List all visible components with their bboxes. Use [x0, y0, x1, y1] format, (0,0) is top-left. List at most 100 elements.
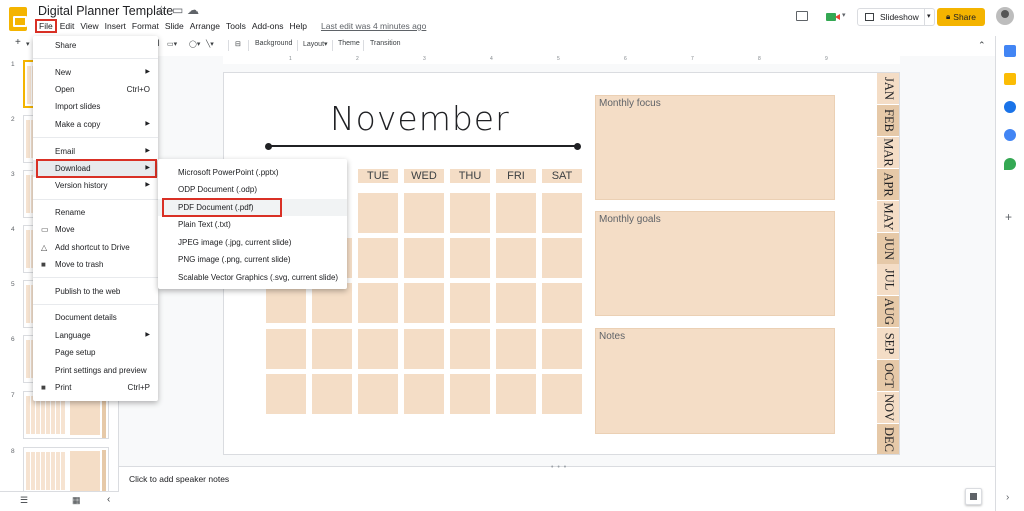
calendar-day-cell[interactable]: [404, 283, 444, 323]
meet-dropdown-icon[interactable]: ▾: [842, 11, 846, 19]
month-tab-jul[interactable]: JUL: [877, 264, 899, 296]
menu-help[interactable]: Help: [287, 19, 310, 33]
menu-item-move-to-trash[interactable]: ■ Move to trash: [33, 256, 158, 273]
line-icon[interactable]: ╲▾: [206, 40, 214, 48]
notes-panel[interactable]: Notes: [595, 328, 835, 434]
month-title[interactable]: November: [330, 99, 510, 138]
monthly-goals-panel[interactable]: Monthly goals: [595, 211, 835, 316]
menu-view[interactable]: View: [77, 19, 101, 33]
menu-item-publish[interactable]: Publish to the web: [33, 283, 158, 300]
menu-insert[interactable]: Insert: [102, 19, 129, 33]
star-icon[interactable]: ☆: [156, 3, 167, 17]
calendar-day-cell[interactable]: [358, 329, 398, 369]
shape-icon[interactable]: ◯▾: [189, 40, 200, 48]
layout-button[interactable]: Layout▾: [303, 40, 328, 48]
calendar-day-cell[interactable]: [404, 374, 444, 414]
menu-edit[interactable]: Edit: [57, 19, 78, 33]
slideshow-dropdown-icon[interactable]: ▾: [927, 12, 931, 20]
slideshow-button[interactable]: Slideshow ▾: [857, 8, 935, 26]
menu-addons[interactable]: Add-ons: [249, 19, 287, 33]
contacts-icon[interactable]: [1004, 129, 1016, 141]
calendar-day-cell[interactable]: [450, 329, 490, 369]
menu-item-language[interactable]: Language ▶: [33, 327, 158, 344]
calendar-day-cell[interactable]: [358, 374, 398, 414]
menu-item-version-history[interactable]: Version history ▶: [33, 177, 158, 194]
collapse-toolbar-icon[interactable]: ⌃: [978, 40, 986, 51]
month-tab-mar[interactable]: MAR: [877, 136, 899, 168]
calendar-day-cell[interactable]: [450, 238, 490, 278]
menu-item-new[interactable]: New ▶: [33, 64, 158, 81]
menu-item-rename[interactable]: Rename: [33, 204, 158, 221]
menu-item-make-copy[interactable]: Make a copy ▶: [33, 116, 158, 133]
calendar-day-cell[interactable]: [496, 283, 536, 323]
tasks-icon[interactable]: [1004, 101, 1016, 113]
share-button[interactable]: 🔒︎ Share: [937, 8, 985, 26]
speaker-notes-placeholder[interactable]: Click to add speaker notes: [129, 474, 229, 484]
speaker-notes[interactable]: • • • Click to add speaker notes: [119, 464, 995, 511]
menu-item-document-details[interactable]: Document details: [33, 309, 158, 326]
month-tab-jun[interactable]: JUN: [877, 232, 899, 264]
list-view-icon[interactable]: ☰: [20, 495, 28, 506]
menu-tools[interactable]: Tools: [223, 19, 249, 33]
maps-icon[interactable]: [1004, 158, 1016, 170]
calendar-day-cell[interactable]: [496, 238, 536, 278]
month-tab-aug[interactable]: AUG: [877, 296, 899, 328]
menu-file[interactable]: File: [35, 19, 57, 33]
calendar-day-cell[interactable]: [496, 374, 536, 414]
image-icon[interactable]: ▭▾: [167, 40, 177, 48]
monthly-focus-panel[interactable]: Monthly focus: [595, 95, 835, 200]
calendar-day-cell[interactable]: [450, 374, 490, 414]
month-tab-feb[interactable]: FEB: [877, 104, 899, 136]
calendar-day-cell[interactable]: [404, 193, 444, 233]
document-title[interactable]: Digital Planner Template: [38, 4, 173, 18]
calendar-day-cell[interactable]: [450, 193, 490, 233]
calendar-day-cell[interactable]: [542, 283, 582, 323]
month-tab-jan[interactable]: JAN: [877, 73, 899, 104]
month-tab-sep[interactable]: SEP: [877, 328, 899, 360]
calendar-day-cell[interactable]: [404, 238, 444, 278]
menu-item-page-setup[interactable]: Page setup: [33, 344, 158, 361]
theme-button[interactable]: Theme: [338, 40, 360, 47]
calendar-day-cell[interactable]: [542, 329, 582, 369]
grid-view-icon[interactable]: ▦: [72, 495, 81, 506]
calendar-day-cell[interactable]: [358, 283, 398, 323]
menu-item-print-settings[interactable]: Print settings and preview: [33, 362, 158, 379]
month-tab-dec[interactable]: DEC: [877, 423, 899, 454]
menu-item-move[interactable]: ▭ Move: [33, 221, 158, 238]
calendar-day-cell[interactable]: [358, 193, 398, 233]
menu-item-print[interactable]: ■ Print Ctrl+P: [33, 379, 158, 396]
calendar-day-cell[interactable]: [542, 238, 582, 278]
month-tab-nov[interactable]: NOV: [877, 392, 899, 423]
comments-icon[interactable]: [796, 11, 808, 21]
comment-add-icon[interactable]: ⊟: [235, 40, 241, 48]
menu-slide[interactable]: Slide: [162, 19, 187, 33]
collapse-filmstrip-icon[interactable]: ‹: [107, 494, 110, 505]
calendar-day-cell[interactable]: [358, 238, 398, 278]
calendar-day-cell[interactable]: [542, 193, 582, 233]
calendar-day-cell[interactable]: [450, 283, 490, 323]
new-slide-dropdown-icon[interactable]: ▾: [26, 40, 30, 48]
download-pptx[interactable]: Microsoft PowerPoint (.pptx): [158, 164, 347, 181]
calendar-icon[interactable]: [1004, 45, 1016, 57]
add-icon[interactable]: +: [1005, 210, 1012, 224]
menu-format[interactable]: Format: [129, 19, 162, 33]
month-tab-apr[interactable]: APR: [877, 168, 899, 200]
month-tab-may[interactable]: MAY: [877, 200, 899, 232]
menu-item-add-shortcut[interactable]: △ Add shortcut to Drive: [33, 239, 158, 256]
calendar-day-cell[interactable]: [496, 193, 536, 233]
background-button[interactable]: Background: [255, 40, 292, 47]
download-txt[interactable]: Plain Text (.txt): [158, 216, 347, 233]
download-jpg[interactable]: JPEG image (.jpg, current slide): [158, 234, 347, 251]
calendar-day-cell[interactable]: [266, 329, 306, 369]
download-svg[interactable]: Scalable Vector Graphics (.svg, current …: [158, 269, 347, 286]
menu-item-import-slides[interactable]: Import slides: [33, 98, 158, 115]
expand-panel-icon[interactable]: ›: [1006, 492, 1009, 503]
calendar-day-cell[interactable]: [266, 283, 306, 323]
calendar-day-cell[interactable]: [496, 329, 536, 369]
menu-arrange[interactable]: Arrange: [187, 19, 223, 33]
resize-handle[interactable]: • • •: [551, 464, 567, 471]
calendar-day-cell[interactable]: [266, 374, 306, 414]
slide-thumbnail[interactable]: [23, 447, 109, 491]
explore-icon[interactable]: [965, 488, 982, 505]
account-avatar[interactable]: [996, 7, 1014, 25]
